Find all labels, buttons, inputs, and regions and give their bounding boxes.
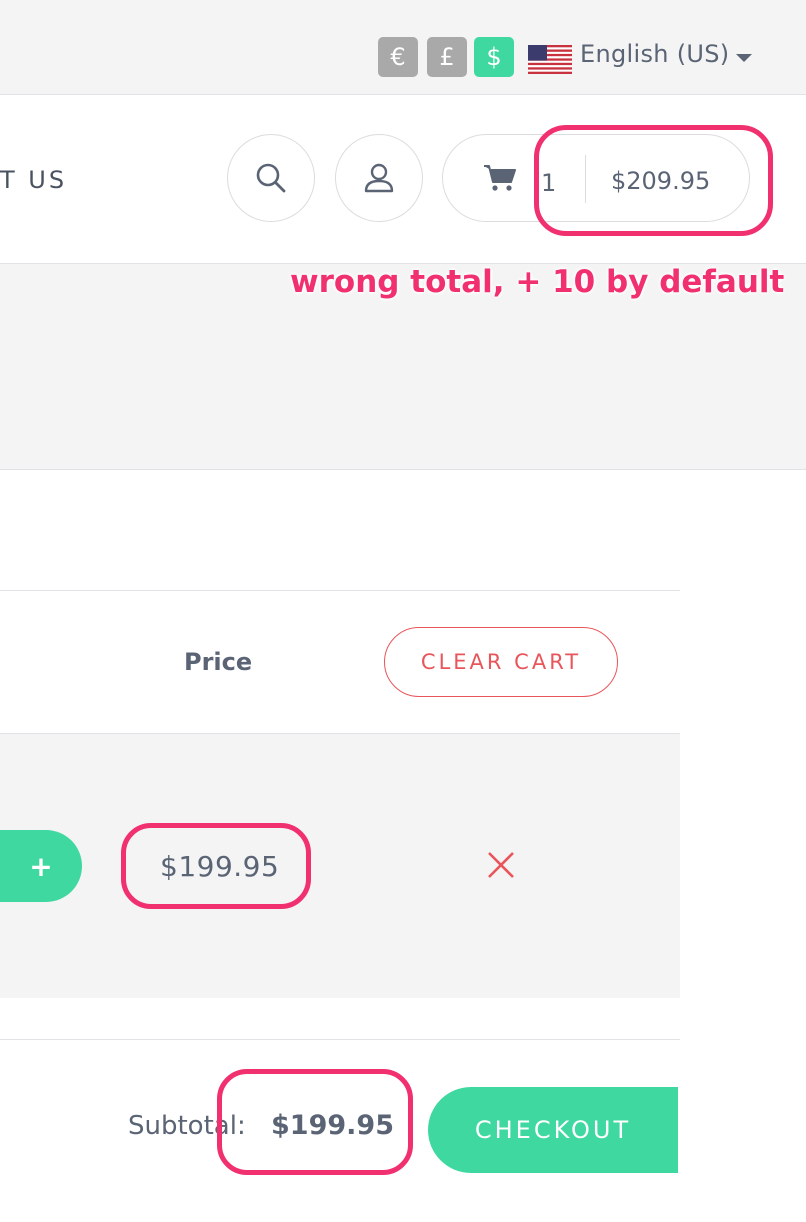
user-icon <box>364 163 394 193</box>
divider <box>0 1039 680 1040</box>
currency-dollar-button[interactable]: $ <box>474 37 514 77</box>
cart-icon <box>484 165 516 191</box>
chevron-down-icon[interactable] <box>736 54 752 62</box>
table-row <box>0 733 680 998</box>
top-bar: € £ $ English (US) <box>0 0 806 95</box>
currency-pound-button[interactable]: £ <box>427 37 467 77</box>
checkout-button[interactable]: CHECKOUT <box>428 1087 678 1173</box>
account-button[interactable] <box>335 134 423 222</box>
increase-quantity-button[interactable]: + <box>0 830 82 902</box>
annotation-highlight-cart-total <box>534 125 773 236</box>
currency-euro-button[interactable]: € <box>378 37 418 77</box>
divider <box>0 590 680 591</box>
language-selector[interactable]: English (US) <box>580 40 729 68</box>
us-flag-icon <box>528 45 572 74</box>
clear-cart-button[interactable]: CLEAR CART <box>384 627 618 697</box>
search-icon <box>256 163 286 193</box>
annotation-highlight-subtotal <box>217 1069 413 1175</box>
annotation-text: wrong total, + 10 by default <box>290 264 785 300</box>
nav-link-about-us[interactable]: T US <box>0 166 67 194</box>
remove-item-button[interactable] <box>486 850 516 884</box>
search-button[interactable] <box>227 134 315 222</box>
price-column-header: Price <box>184 648 253 676</box>
annotation-highlight-row-price <box>121 823 311 909</box>
close-icon <box>488 852 514 878</box>
